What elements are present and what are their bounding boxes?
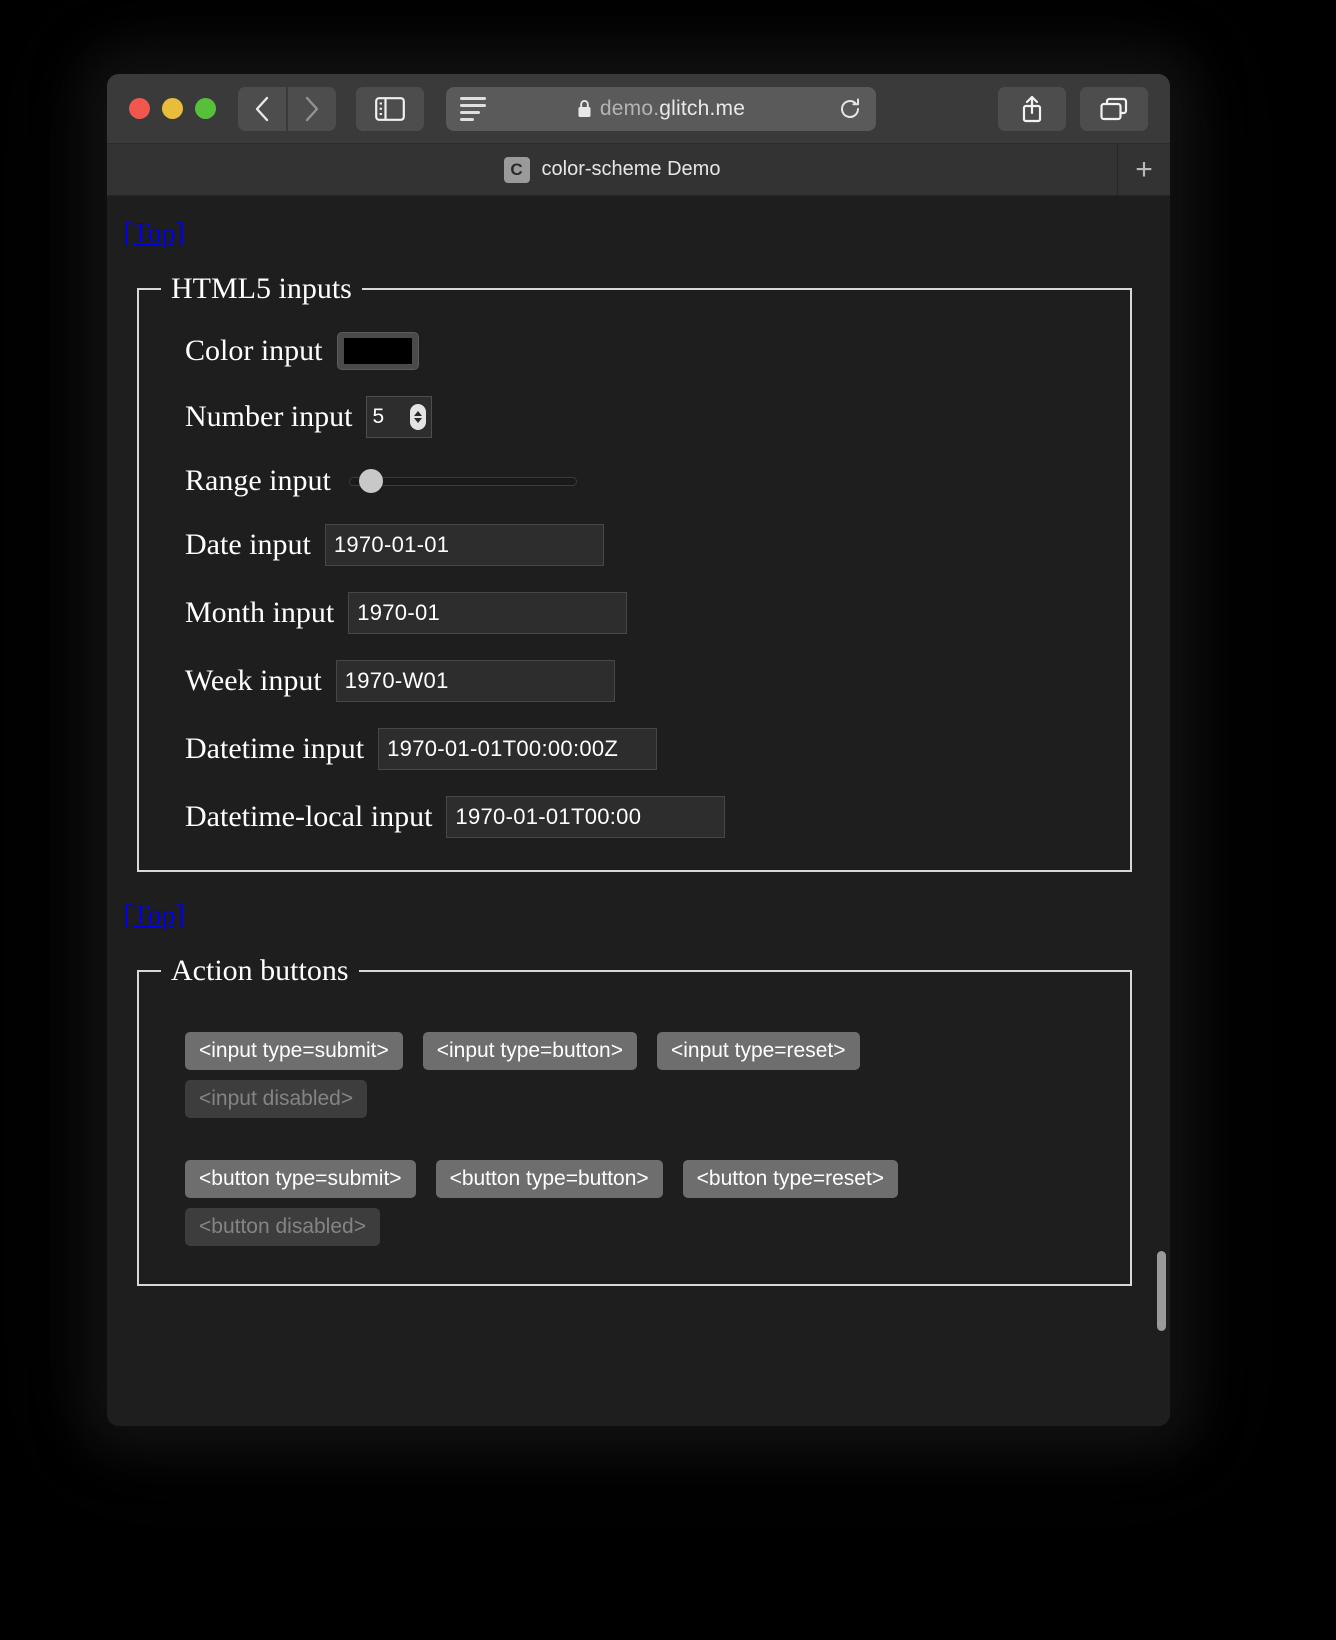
month-input[interactable]: 1970-01 [348, 592, 628, 634]
input-button-row: <input type=submit> <input type=button> … [185, 1032, 1110, 1070]
favicon: C [503, 156, 530, 183]
week-input[interactable]: 1970-W01 [335, 660, 615, 702]
chevron-right-icon [305, 96, 319, 121]
input-reset-button[interactable]: <input type=reset> [656, 1032, 860, 1070]
forward-button[interactable] [288, 86, 336, 131]
top-link-1[interactable]: [Top] [123, 218, 185, 250]
browser-tab[interactable]: C color-scheme Demo [107, 144, 1118, 195]
url-text: demo.glitch.me [600, 97, 745, 121]
chevron-left-icon [255, 96, 269, 121]
range-thumb[interactable] [358, 469, 383, 493]
lock-icon [578, 100, 591, 117]
row-number-input: Number input 5 [185, 396, 1110, 438]
button-disabled-button: <button disabled> [185, 1208, 380, 1246]
page-content: [Top] HTML5 inputs Color input Number in… [107, 196, 1170, 1426]
range-input[interactable] [348, 469, 577, 493]
input-disabled-row: <input disabled> [185, 1080, 1110, 1118]
action-buttons-legend: Action buttons [171, 954, 349, 987]
sidebar-icon [375, 96, 405, 121]
reader-view-icon[interactable] [460, 96, 486, 121]
share-icon [1022, 95, 1042, 122]
label-date-input: Date input [185, 528, 311, 561]
address-bar-content: demo.glitch.me [446, 97, 876, 121]
html5-inputs-legend: HTML5 inputs [171, 272, 352, 305]
share-button[interactable] [998, 86, 1066, 131]
label-range-input: Range input [185, 464, 331, 497]
datetime-local-input[interactable]: 1970-01-01T00:00 [446, 796, 726, 838]
label-month-input: Month input [185, 596, 335, 629]
datetime-input[interactable]: 1970-01-01T00:00:00Z [378, 728, 658, 770]
tab-overview-icon [1100, 97, 1128, 120]
row-week-input: Week input 1970-W01 [185, 660, 1110, 702]
row-date-input: Date input 1970-01-01 [185, 524, 1110, 566]
tab-overview-button[interactable] [1080, 86, 1148, 131]
button-reset-button[interactable]: <button type=reset> [682, 1160, 899, 1198]
color-input[interactable] [336, 332, 419, 370]
row-datetime-local-input: Datetime-local input 1970-01-01T00:00 [185, 796, 1110, 838]
color-swatch [343, 338, 412, 364]
button-disabled-row: <button disabled> [185, 1208, 1110, 1246]
label-datetime-input: Datetime input [185, 732, 365, 765]
number-input-value: 5 [372, 405, 385, 428]
minimize-window-button[interactable] [162, 98, 183, 119]
button-button-button[interactable]: <button type=button> [435, 1160, 663, 1198]
input-disabled-button: <input disabled> [185, 1080, 368, 1118]
back-button[interactable] [238, 86, 286, 131]
action-buttons-fieldset: Action buttons <input type=submit> <inpu… [137, 954, 1132, 1286]
traffic-light-group [129, 98, 216, 119]
vertical-scrollbar[interactable] [1157, 1251, 1166, 1331]
row-datetime-input: Datetime input 1970-01-01T00:00:00Z [185, 728, 1110, 770]
html5-inputs-fieldset: HTML5 inputs Color input Number input 5 … [137, 272, 1132, 872]
navigation-button-group [238, 86, 336, 131]
range-track [348, 476, 577, 486]
label-datetime-local-input: Datetime-local input [185, 800, 433, 833]
row-color-input: Color input [185, 332, 1110, 370]
close-window-button[interactable] [129, 98, 150, 119]
desktop-background: demo.glitch.me C color-scheme Demo + [To… [0, 0, 1336, 1640]
date-input[interactable]: 1970-01-01 [324, 524, 604, 566]
tab-bar: C color-scheme Demo + [107, 144, 1170, 196]
url-prefix: demo. [599, 96, 660, 120]
input-submit-button[interactable]: <input type=submit> [185, 1032, 403, 1070]
button-element-row: <button type=submit> <button type=button… [185, 1160, 1110, 1198]
row-month-input: Month input 1970-01 [185, 592, 1110, 634]
browser-toolbar: demo.glitch.me [107, 74, 1170, 144]
top-link-2[interactable]: [Top] [123, 900, 185, 932]
button-submit-button[interactable]: <button type=submit> [185, 1160, 416, 1198]
sidebar-toggle-button[interactable] [356, 86, 424, 131]
number-stepper[interactable] [410, 404, 427, 430]
url-suffix: glitch.me [659, 96, 746, 120]
new-tab-button[interactable]: + [1118, 144, 1170, 195]
label-color-input: Color input [185, 334, 323, 367]
tab-title: color-scheme Demo [541, 158, 721, 180]
label-week-input: Week input [185, 664, 322, 697]
address-bar[interactable]: demo.glitch.me [446, 86, 876, 131]
number-input[interactable]: 5 [366, 396, 433, 438]
browser-window: demo.glitch.me C color-scheme Demo + [To… [107, 74, 1170, 1426]
reload-button[interactable] [838, 97, 862, 121]
input-button-button[interactable]: <input type=button> [422, 1032, 637, 1070]
zoom-window-button[interactable] [195, 98, 216, 119]
reload-icon [841, 98, 859, 118]
toolbar-right-group [998, 86, 1148, 131]
row-range-input: Range input [185, 464, 1110, 498]
label-number-input: Number input [185, 400, 353, 433]
